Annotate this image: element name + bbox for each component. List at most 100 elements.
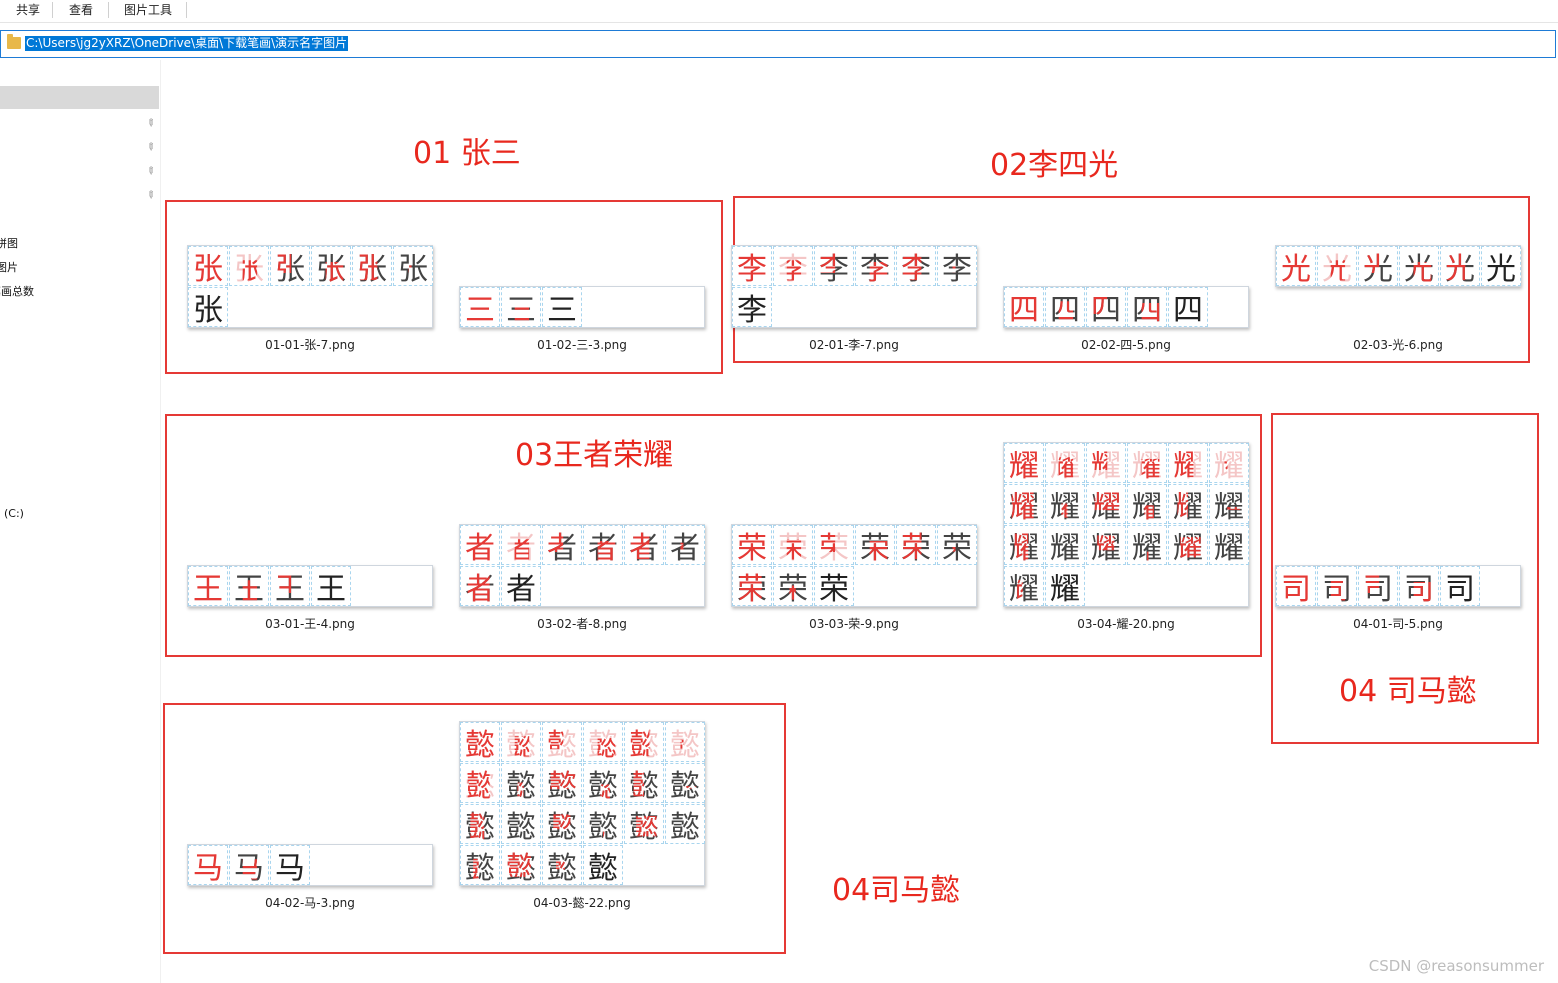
nav-item-tupian[interactable]: 图片 [0, 259, 18, 275]
file-thumbnail[interactable]: 光光光光光光光光光光光 [1275, 245, 1521, 287]
empty-cell [665, 845, 705, 885]
current-stroke-mark: 懿 [588, 810, 618, 844]
stroke-step-cell: 张张 [188, 246, 228, 286]
file-name[interactable]: 03-04-耀-20.png [1003, 615, 1249, 632]
tab-share[interactable]: 共享 [16, 2, 40, 18]
stroke-step-cell: 耀耀 [1127, 484, 1167, 524]
current-stroke-mark: 者 [629, 531, 659, 565]
stroke-step-cell: 司 [1440, 566, 1480, 606]
current-stroke-mark: 懿 [670, 769, 700, 803]
group-title-04a: 04 司马懿 [1339, 674, 1477, 709]
file-name[interactable]: 01-01-张-7.png [187, 336, 433, 353]
current-stroke-mark: 懿 [547, 769, 577, 803]
file-name[interactable]: 01-02-三-3.png [459, 336, 705, 353]
file-name[interactable]: 04-03-懿-22.png [459, 894, 705, 911]
stroke-step-cell: 耀耀 [1209, 525, 1249, 565]
current-stroke-mark: 荣 [860, 531, 890, 565]
current-stroke-mark: 耀 [1050, 531, 1080, 565]
ribbon-separator [108, 2, 109, 18]
file-name[interactable]: 04-02-马-3.png [187, 894, 433, 911]
pin-icon[interactable]: ✎ [143, 141, 157, 155]
ribbon-separator [52, 2, 53, 18]
address-path[interactable]: C:\Users\jg2yXRZ\OneDrive\桌面\下载笔画\演示名字图片 [25, 36, 349, 51]
current-stroke-mark: 耀 [1132, 531, 1162, 565]
empty-cell [1168, 566, 1208, 606]
empty-cell [855, 287, 895, 327]
nav-selected-item[interactable] [0, 86, 159, 109]
current-stroke-mark: 王 [234, 572, 264, 606]
file-name[interactable]: 03-03-荣-9.png [731, 615, 977, 632]
empty-cell [229, 287, 269, 327]
empty-cell [624, 566, 664, 606]
stroke-step-cell: 懿懿 [665, 804, 705, 844]
current-stroke-mark: 张 [275, 252, 305, 286]
current-stroke-mark: 耀 [1214, 490, 1244, 524]
stroke-step-cell: 李李 [937, 246, 977, 286]
empty-cell [1127, 566, 1167, 606]
pin-icon[interactable]: ✎ [143, 117, 157, 131]
stroke-step-cell: 耀耀 [1168, 525, 1208, 565]
group-title-04b: 04司马懿 [832, 873, 961, 908]
stroke-step-cell: 荣荣 [814, 525, 854, 565]
current-stroke-mark: 张 [193, 252, 223, 286]
file-thumbnail[interactable]: 李李李李李李李李李李李李李 [731, 245, 977, 328]
current-stroke-mark: 耀 [1009, 572, 1039, 606]
file-name[interactable]: 03-01-王-4.png [187, 615, 433, 632]
stroke-step-cell: 者者 [460, 566, 500, 606]
current-stroke-mark: 四 [1132, 293, 1162, 327]
current-stroke-mark: 光 [1404, 252, 1434, 286]
current-stroke-mark: 司 [1404, 572, 1434, 606]
pin-icon[interactable]: ✎ [143, 189, 157, 203]
file-thumbnail[interactable]: 司司司司司司司司司 [1275, 565, 1521, 607]
file-thumbnail[interactable]: 张张张张张张张张张张张张张 [187, 245, 433, 328]
current-stroke-mark: 懿 [547, 728, 577, 762]
file-name[interactable]: 02-03-光-6.png [1275, 336, 1521, 353]
empty-cell [814, 287, 854, 327]
file-name[interactable]: 02-02-四-5.png [1003, 336, 1249, 353]
file-name[interactable]: 03-02-者-8.png [459, 615, 705, 632]
stroke-step-cell: 耀耀 [1004, 566, 1044, 606]
stroke-step-cell: 者者 [501, 525, 541, 565]
file-thumbnail[interactable]: 懿懿懿懿懿懿懿懿懿懿懿懿懿懿懿懿懿懿懿懿懿懿懿懿懿懿懿懿懿懿懿懿懿懿懿懿懿懿懿懿… [459, 721, 705, 886]
stroke-step-cell: 四 [1168, 287, 1208, 327]
stroke-step-cell: 王王 [229, 566, 269, 606]
tab-picture-tools[interactable]: 图片工具 [124, 2, 172, 18]
file-thumbnail[interactable]: 三三三三三 [459, 286, 705, 328]
file-name[interactable]: 04-01-司-5.png [1275, 615, 1521, 632]
file-thumbnail[interactable]: 王王王王王王王 [187, 565, 433, 607]
current-stroke-mark: 懿 [670, 728, 700, 762]
current-stroke-mark: 耀 [1050, 449, 1080, 483]
nav-item-drive-c[interactable]: (C:) [4, 507, 24, 520]
nav-item-stroke-total[interactable]: 笔画总数 [0, 283, 34, 299]
stroke-step-cell: 四四 [1086, 287, 1126, 327]
file-thumbnail[interactable]: 者者者者者者者者者者者者者者者 [459, 524, 705, 607]
current-stroke-mark: 光 [1322, 252, 1352, 286]
current-stroke-mark: 懿 [506, 728, 536, 762]
file-name[interactable]: 02-01-李-7.png [731, 336, 977, 353]
current-stroke-mark: 荣 [778, 531, 808, 565]
stroke-step-cell: 光光 [1276, 246, 1316, 286]
stroke-step-cell: 者者 [624, 525, 664, 565]
tab-view[interactable]: 查看 [69, 2, 93, 18]
stroke-step-cell: 三三 [460, 287, 500, 327]
file-thumbnail[interactable]: 耀耀耀耀耀耀耀耀耀耀耀耀耀耀耀耀耀耀耀耀耀耀耀耀耀耀耀耀耀耀耀耀耀耀耀耀耀耀耀 [1003, 442, 1249, 607]
empty-cell [311, 287, 351, 327]
current-stroke-mark: 司 [1322, 572, 1352, 606]
file-thumbnail[interactable]: 马马马马马 [187, 844, 433, 886]
current-stroke-mark: 荣 [942, 531, 972, 565]
empty-cell [896, 287, 936, 327]
nav-item-pintu[interactable]: 拼图 [0, 235, 18, 251]
file-thumbnail[interactable]: 四四四四四四四四四 [1003, 286, 1249, 328]
pane-divider[interactable] [160, 60, 161, 983]
address-bar[interactable]: C:\Users\jg2yXRZ\OneDrive\桌面\下载笔画\演示名字图片 [0, 30, 1556, 58]
empty-cell [393, 566, 433, 606]
pin-icon[interactable]: ✎ [143, 165, 157, 179]
stroke-step-cell: 李李 [773, 246, 813, 286]
stroke-step-cell: 司司 [1317, 566, 1357, 606]
current-stroke-mark: 耀 [1214, 449, 1244, 483]
group-title-02: 02李四光 [990, 148, 1119, 183]
stroke-step-cell: 者者 [542, 525, 582, 565]
file-thumbnail[interactable]: 荣荣荣荣荣荣荣荣荣荣荣荣荣荣荣荣荣 [731, 524, 977, 607]
current-stroke-mark: 者 [465, 531, 495, 565]
current-stroke-mark: 荣 [737, 531, 767, 565]
